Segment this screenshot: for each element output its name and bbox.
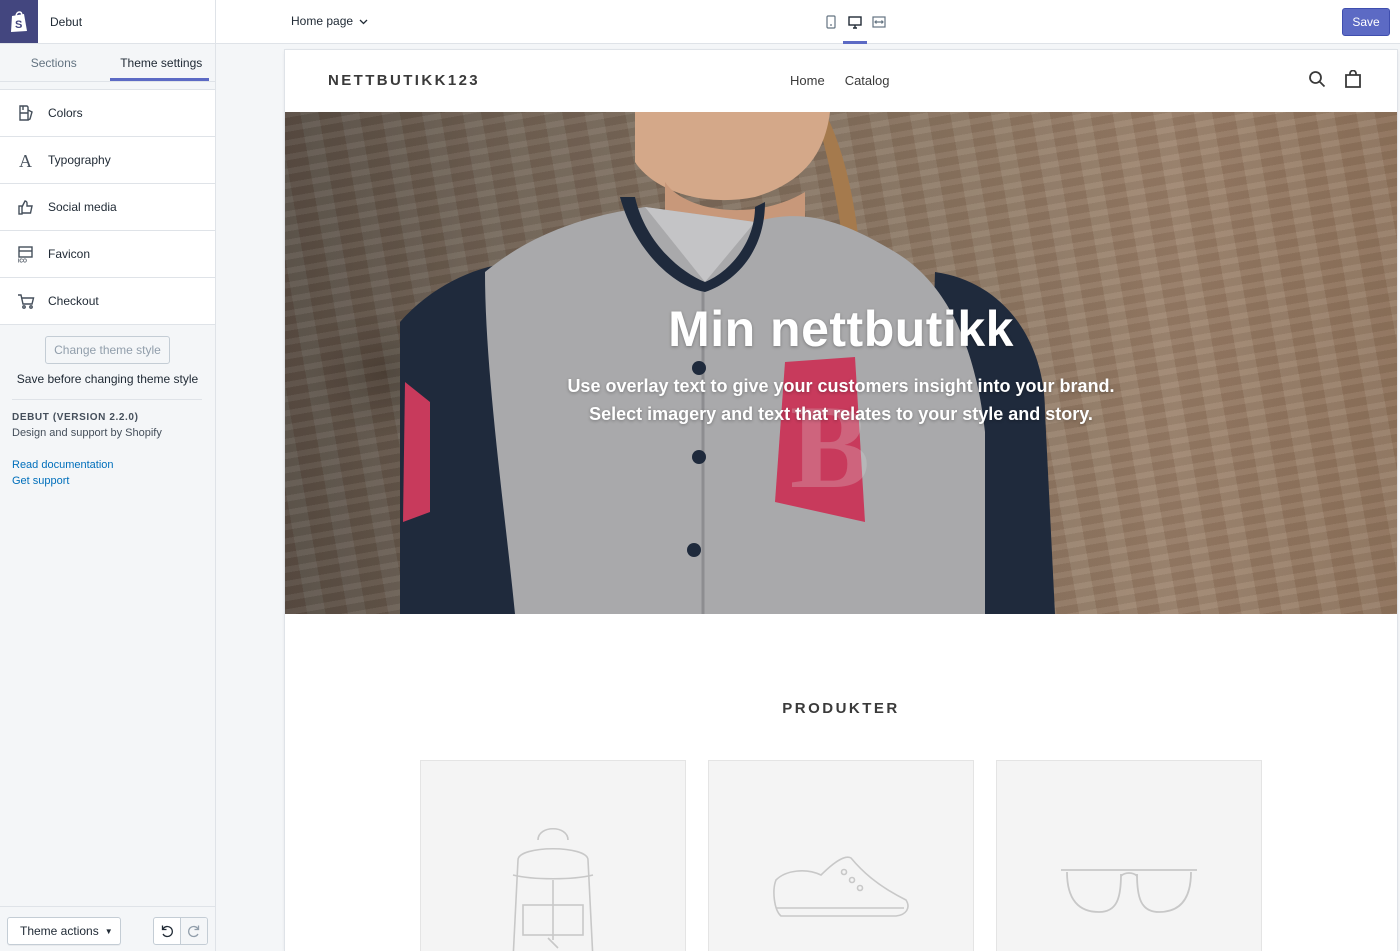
page-selector-label: Home page [291, 14, 354, 28]
hero-text: Min nettbutikk Use overlay text to give … [285, 300, 1397, 428]
svg-text:S: S [15, 19, 22, 31]
hero-banner[interactable]: B Min nettbutikk Use overlay text to giv… [285, 112, 1397, 614]
sidebar-header: S Debut [0, 0, 215, 44]
setting-item-checkout[interactable]: Checkout [0, 278, 215, 325]
shopping-bag-icon[interactable] [1344, 70, 1362, 88]
hero-title: Min nettbutikk [668, 301, 1014, 357]
setting-item-colors[interactable]: Colors [0, 90, 215, 137]
desktop-icon [848, 15, 862, 29]
products-title: PRODUKTER [782, 700, 900, 717]
cart-icon [17, 292, 35, 310]
read-documentation-link[interactable]: Read documentation [12, 457, 215, 473]
divider [12, 399, 202, 400]
undo-icon [161, 925, 173, 938]
product-card-placeholder[interactable] [996, 760, 1262, 951]
theme-actions-button[interactable]: Theme actions ▼ [7, 917, 121, 945]
mobile-icon [826, 15, 836, 29]
setting-label: Typography [48, 153, 111, 167]
desktop-view-button[interactable] [843, 0, 867, 44]
svg-text:ICO: ICO [18, 259, 27, 264]
change-theme-style-note: Save before changing theme style [16, 372, 199, 386]
change-theme-style-button[interactable]: Change theme style [45, 336, 170, 364]
paint-bucket-icon [17, 104, 35, 122]
store-logo[interactable]: NETTBUTIKK123 [328, 72, 480, 89]
svg-text:A: A [19, 151, 32, 169]
store-nav: Home Catalog [790, 73, 890, 88]
shoe-icon [773, 856, 909, 917]
theme-support-text: Design and support by Shopify [12, 427, 162, 439]
page-selector[interactable]: Home page [291, 14, 368, 28]
hero-subtitle: Use overlay text to give your customers … [285, 372, 1397, 428]
typography-icon: A [17, 151, 35, 169]
tab-sections[interactable]: Sections [0, 44, 108, 81]
favicon-icon: ICO [17, 245, 35, 263]
setting-label: Social media [48, 200, 117, 214]
fullscreen-icon [872, 16, 886, 28]
theme-style-section: Change theme style Save before changing … [0, 325, 215, 386]
product-card-placeholder[interactable] [420, 760, 686, 951]
backpack-icon [512, 827, 594, 951]
setting-item-typography[interactable]: A Typography [0, 137, 215, 184]
setting-label: Colors [48, 106, 83, 120]
redo-button[interactable] [180, 918, 207, 944]
product-card-placeholder[interactable] [708, 760, 974, 951]
thumbs-up-icon [17, 198, 35, 216]
editor-topbar: Home page Save [216, 0, 1400, 44]
nav-home[interactable]: Home [790, 73, 825, 88]
theme-actions-label: Theme actions [20, 924, 99, 938]
nav-catalog[interactable]: Catalog [845, 73, 890, 88]
mobile-view-button[interactable] [819, 0, 843, 44]
hero-subtitle-line-2: Select imagery and text that relates to … [589, 404, 1093, 424]
store-preview: NETTBUTIKK123 Home Catalog B Min nettbut… [285, 50, 1397, 951]
shopify-logo-icon[interactable]: S [0, 0, 38, 43]
setting-item-social-media[interactable]: Social media [0, 184, 215, 231]
hero-subtitle-line-1: Use overlay text to give your customers … [567, 376, 1115, 396]
search-icon[interactable] [1308, 70, 1326, 88]
setting-label: Checkout [48, 294, 99, 308]
store-header: NETTBUTIKK123 Home Catalog [285, 50, 1397, 112]
glasses-icon [1061, 869, 1197, 913]
theme-editor-sidebar: S Debut Sections Theme settings Colors A… [0, 0, 216, 951]
theme-links: Read documentation Get support [12, 457, 215, 489]
theme-name: Debut [50, 14, 83, 29]
undo-button[interactable] [154, 918, 180, 944]
fullscreen-view-button[interactable] [867, 0, 891, 44]
theme-version: DEBUT (VERSION 2.2.0) [12, 412, 139, 423]
theme-settings-list: Colors A Typography Social media ICO Fav… [0, 89, 215, 325]
setting-label: Favicon [48, 247, 91, 261]
chevron-down-icon [359, 14, 368, 28]
redo-icon [188, 925, 200, 938]
get-support-link[interactable]: Get support [12, 473, 215, 489]
caret-down-icon: ▼ [104, 926, 113, 936]
device-toggle-group [819, 0, 891, 44]
sidebar-tabs: Sections Theme settings [0, 44, 215, 82]
save-button[interactable]: Save [1342, 8, 1390, 36]
sidebar-footer: Theme actions ▼ [0, 906, 215, 951]
tab-theme-settings[interactable]: Theme settings [108, 44, 216, 81]
undo-redo-group [153, 917, 208, 945]
store-header-icons [1308, 70, 1362, 88]
setting-item-favicon[interactable]: ICO Favicon [0, 231, 215, 278]
